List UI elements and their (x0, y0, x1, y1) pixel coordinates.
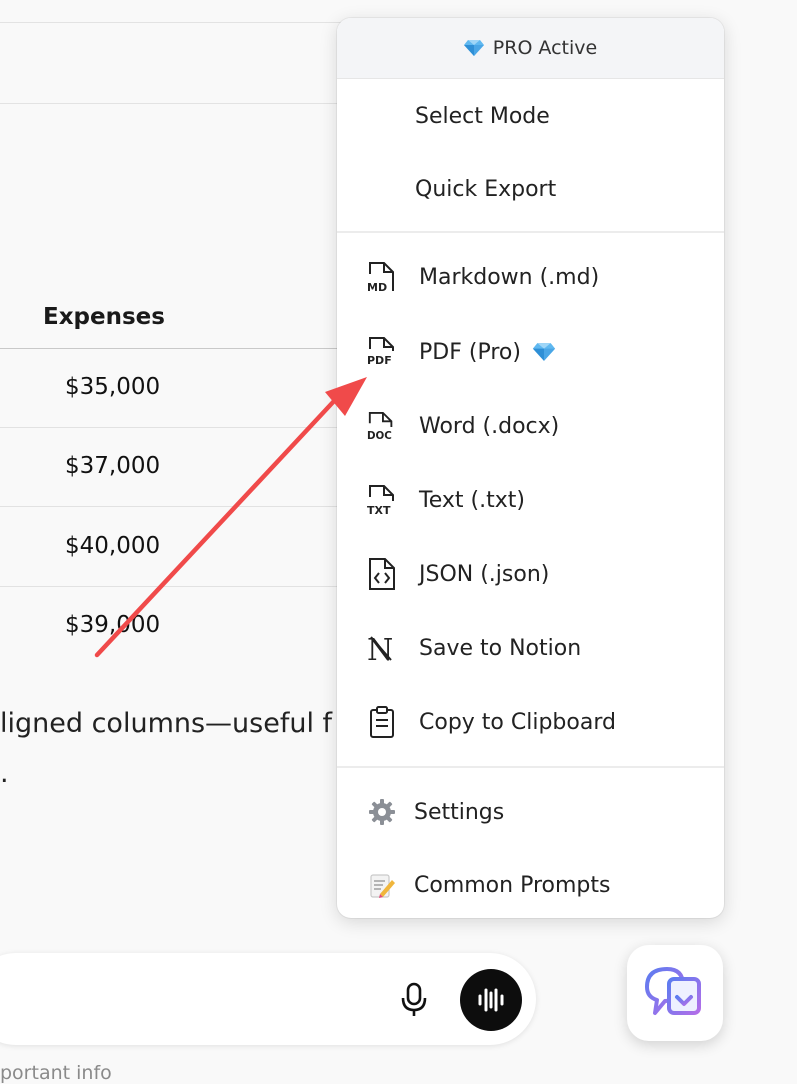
export-markdown-label: Markdown (.md) (419, 264, 600, 290)
copy-to-clipboard-item[interactable]: Copy to Clipboard (337, 692, 724, 752)
export-json-label: JSON (.json) (419, 561, 550, 587)
pro-status-header: PRO Active (337, 18, 724, 79)
table-cell: $39,000 (65, 612, 161, 638)
clipboard-icon (367, 705, 397, 739)
settings-label: Settings (414, 799, 505, 825)
voice-mode-button[interactable] (460, 969, 522, 1031)
waveform-icon (478, 988, 504, 1012)
common-prompts-item[interactable]: Common Prompts (337, 855, 724, 915)
save-to-notion-label: Save to Notion (419, 635, 582, 661)
svg-text:DOC: DOC (367, 430, 392, 442)
pdf-file-icon: PDF (367, 335, 397, 369)
table-row-divider (0, 427, 340, 428)
export-word-label: Word (.docx) (419, 413, 560, 439)
select-mode-item[interactable]: Select Mode (337, 86, 724, 146)
chat-download-icon (645, 967, 701, 1015)
settings-item[interactable]: Settings (337, 782, 724, 842)
diamond-icon (463, 40, 484, 56)
export-menu: PRO Active Select Mode Quick Export MD M… (337, 18, 724, 918)
memo-icon (367, 870, 397, 900)
export-pdf-label: PDF (Pro) (419, 339, 521, 365)
export-pdf-item[interactable]: PDF PDF (Pro) (337, 322, 724, 382)
table-header-expenses: Expenses (43, 304, 165, 330)
json-file-icon (367, 557, 397, 591)
export-json-item[interactable]: JSON (.json) (337, 544, 724, 604)
copy-to-clipboard-label: Copy to Clipboard (419, 709, 616, 735)
pro-status-label: PRO Active (492, 37, 598, 59)
disclaimer-text: portant info (0, 1062, 112, 1084)
export-word-item[interactable]: DOC Word (.docx) (337, 396, 724, 456)
message-header-area (0, 22, 360, 104)
save-to-notion-item[interactable]: N Save to Notion (337, 618, 724, 678)
common-prompts-label: Common Prompts (414, 872, 611, 898)
menu-divider (337, 766, 724, 768)
gear-icon (367, 797, 397, 827)
svg-text:PDF: PDF (367, 354, 392, 367)
notion-icon: N (367, 631, 397, 665)
diamond-icon (532, 343, 556, 361)
table-cell: $40,000 (65, 533, 161, 559)
export-extension-button[interactable] (627, 945, 723, 1041)
response-text-end: . (0, 758, 9, 789)
svg-text:MD: MD (367, 281, 387, 294)
table-row-divider (0, 506, 340, 507)
svg-text:TXT: TXT (367, 504, 391, 517)
table-cell: $37,000 (65, 453, 161, 479)
menu-divider (337, 231, 724, 233)
quick-export-item[interactable]: Quick Export (337, 159, 724, 219)
table-cell: $35,000 (65, 374, 161, 400)
microphone-icon[interactable] (398, 982, 430, 1018)
select-mode-label: Select Mode (415, 103, 550, 129)
md-file-icon: MD (367, 260, 397, 294)
doc-file-icon: DOC (367, 409, 397, 443)
export-text-item[interactable]: TXT Text (.txt) (337, 470, 724, 530)
export-markdown-item[interactable]: MD Markdown (.md) (337, 247, 724, 307)
response-text: ligned columns—useful f (0, 708, 333, 739)
txt-file-icon: TXT (367, 483, 397, 517)
table-row-divider (0, 586, 340, 587)
quick-export-label: Quick Export (415, 176, 557, 202)
message-input[interactable] (0, 953, 536, 1045)
export-text-label: Text (.txt) (419, 487, 525, 513)
table-header-divider (0, 348, 340, 349)
